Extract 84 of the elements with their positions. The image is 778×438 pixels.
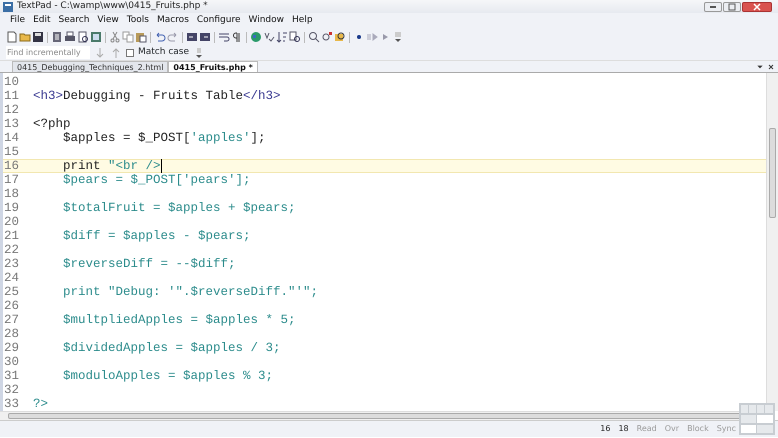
line-number: 32 [3, 383, 20, 397]
print-preview-icon[interactable] [77, 31, 89, 43]
line-number: 33 [3, 397, 20, 411]
line-number: 18 [3, 187, 20, 201]
code-line: $moduloApples = $apples % 3; [62, 369, 274, 383]
line-number: 29 [3, 341, 20, 355]
save-icon[interactable] [32, 31, 44, 43]
globe-icon[interactable] [250, 31, 262, 43]
code-line: $reverseDiff = --$diff; [62, 257, 236, 271]
paste-icon[interactable] [135, 31, 147, 43]
document-tab[interactable]: 0415_Debugging_Techniques_2.html [12, 61, 168, 72]
app-icon [2, 0, 14, 12]
open-folder-icon[interactable] [19, 31, 31, 43]
line-number: 26 [3, 299, 20, 313]
menu-item[interactable]: View [93, 14, 123, 28]
minimize-button[interactable] [704, 2, 722, 12]
undo-icon[interactable] [154, 31, 166, 43]
line-number: 12 [3, 103, 20, 117]
line-number: 30 [3, 355, 20, 369]
sort-icon[interactable] [276, 31, 288, 43]
menu-item[interactable]: Configure [192, 14, 245, 28]
status-indicator: Sync [716, 423, 736, 435]
code-line: print "<br /> [62, 160, 162, 172]
line-number: 10 [3, 75, 20, 89]
code-line: print "Debug: '".$reverseDiff."'"; [62, 285, 318, 299]
line-number: 27 [3, 313, 20, 327]
find-icon[interactable] [308, 31, 320, 43]
line-number: 28 [3, 327, 20, 341]
window-title: TextPad - C:\wamp\www\0415_Fruits.php * [17, 0, 208, 13]
overflow-icon[interactable] [392, 31, 404, 43]
line-number: 14 [3, 131, 20, 145]
line-number: 22 [3, 243, 20, 257]
close-icon[interactable] [767, 62, 775, 70]
close-button[interactable] [742, 2, 772, 12]
code-line: $pears = $_POST['pears']; [62, 173, 251, 187]
menu-item[interactable]: Help [288, 14, 317, 28]
compare-icon[interactable] [289, 31, 301, 43]
line-number: 17 [3, 173, 20, 187]
match-case-label: Match case [138, 46, 190, 59]
line-number: 16 [3, 160, 20, 172]
code-line: $dividedApples = $apples / 3; [62, 341, 281, 355]
line-number: 25 [3, 285, 20, 299]
find-in-files-icon[interactable] [334, 31, 346, 43]
code-line: <h3>Debugging - Fruits Table</h3> [33, 89, 281, 103]
document-tab[interactable]: 0415_Fruits.php * [168, 61, 258, 72]
menu-item[interactable]: Tools [122, 14, 153, 28]
menu-item[interactable]: Window [244, 14, 288, 28]
line-number: 13 [3, 117, 20, 131]
code-line: $apples = $_POST['apples']; [62, 131, 266, 145]
line-number: 24 [3, 271, 20, 285]
spell-check-icon[interactable] [263, 31, 275, 43]
search-field[interactable]: Find incrementally [6, 46, 90, 59]
new-file-icon[interactable] [6, 31, 18, 43]
match-case-checkbox[interactable] [126, 48, 134, 56]
replace-icon[interactable] [321, 31, 333, 43]
line-number: 21 [3, 229, 20, 243]
menu-item[interactable]: Edit [29, 14, 54, 28]
code-line: $totalFruit = $apples + $pears; [62, 201, 296, 215]
menu-item[interactable]: Macros [152, 14, 193, 28]
maximize-button[interactable] [723, 2, 741, 12]
wrap-icon[interactable] [218, 31, 230, 43]
print-icon[interactable] [64, 31, 76, 43]
line-number: 23 [3, 257, 20, 271]
maximize-icon [726, 2, 738, 12]
minimize-icon [710, 6, 716, 8]
status-indicator: Read [636, 423, 657, 435]
vertical-scrollbar[interactable] [766, 73, 778, 411]
code-line: $multpliedApples = $apples * 5; [62, 313, 296, 327]
code-line: $diff = $apples - $pears; [62, 229, 251, 243]
cut-icon[interactable] [109, 31, 121, 43]
status-indicator: 16 [600, 423, 610, 435]
line-number: 11 [3, 89, 20, 103]
status-indicator: Ovr [664, 423, 680, 435]
menu-item[interactable]: Search [54, 14, 94, 28]
line-number: 20 [3, 215, 20, 229]
status-indicator: 18 [618, 423, 629, 435]
menu-item[interactable]: File [6, 14, 30, 28]
status-indicator: Block [687, 423, 709, 435]
line-number: 31 [3, 369, 20, 383]
code-line: ?> [33, 397, 48, 411]
code-line: <?php [33, 117, 71, 131]
line-number: 15 [3, 145, 20, 159]
close-icon [751, 2, 763, 12]
line-number: 19 [3, 201, 20, 215]
